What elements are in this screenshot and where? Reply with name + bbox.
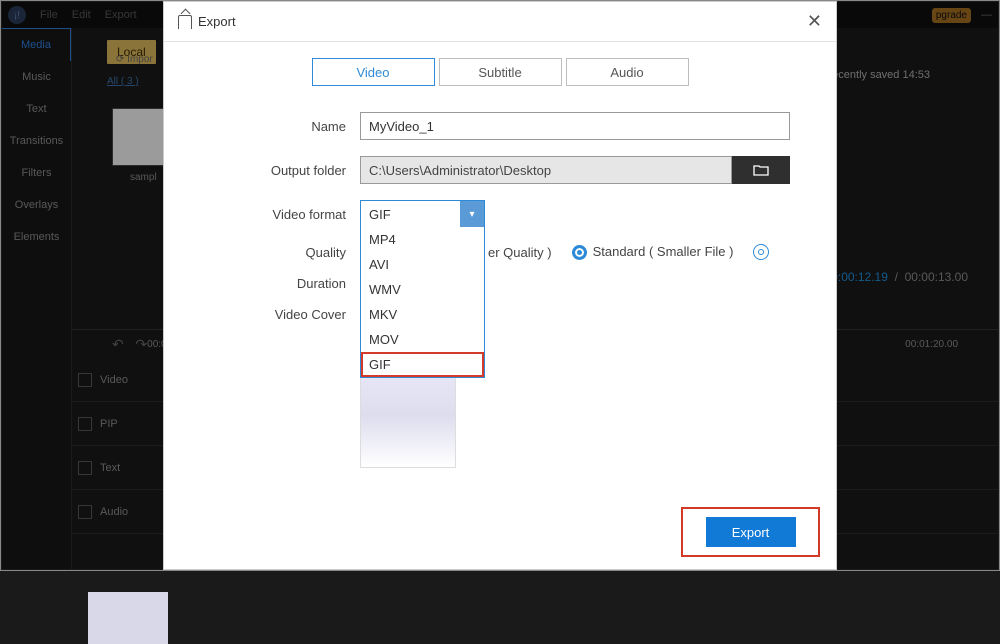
close-icon[interactable]: ✕ xyxy=(807,11,822,32)
format-option-mp4[interactable]: MP4 xyxy=(361,227,484,252)
format-option-wmv[interactable]: WMV xyxy=(361,277,484,302)
folder-icon xyxy=(753,164,769,176)
export-highlight-box: Export xyxy=(681,507,820,557)
format-dropdown: MP4 AVI WMV MKV MOV GIF xyxy=(360,227,485,378)
video-format-label: Video format xyxy=(210,207,360,222)
format-option-gif[interactable]: GIF xyxy=(361,352,484,377)
duration-label: Duration xyxy=(210,276,360,291)
quality-label: Quality xyxy=(210,245,360,260)
quality-standard-radio[interactable]: Standard ( Smaller File ) xyxy=(572,244,734,260)
export-button[interactable]: Export xyxy=(706,517,796,547)
format-option-avi[interactable]: AVI xyxy=(361,252,484,277)
chevron-down-icon: ▾ xyxy=(460,201,484,227)
export-icon xyxy=(178,15,192,29)
dialog-title: Export xyxy=(198,14,236,29)
settings-gear-icon[interactable] xyxy=(753,244,769,260)
video-cover-label: Video Cover xyxy=(210,307,360,322)
tab-subtitle[interactable]: Subtitle xyxy=(439,58,562,86)
name-input[interactable] xyxy=(360,112,790,140)
video-format-select[interactable]: GIF ▾ xyxy=(360,200,485,228)
output-folder-input[interactable] xyxy=(360,156,732,184)
export-dialog: Export ✕ Video Subtitle Audio Name Outpu… xyxy=(163,1,837,570)
output-folder-label: Output folder xyxy=(210,163,360,178)
tab-video[interactable]: Video xyxy=(312,58,435,86)
quality-hint-text: er Quality ) xyxy=(488,245,552,260)
format-option-mov[interactable]: MOV xyxy=(361,327,484,352)
format-option-mkv[interactable]: MKV xyxy=(361,302,484,327)
tab-audio[interactable]: Audio xyxy=(566,58,689,86)
browse-folder-button[interactable] xyxy=(732,156,790,184)
timeline-clip[interactable] xyxy=(88,592,168,644)
name-label: Name xyxy=(210,119,360,134)
